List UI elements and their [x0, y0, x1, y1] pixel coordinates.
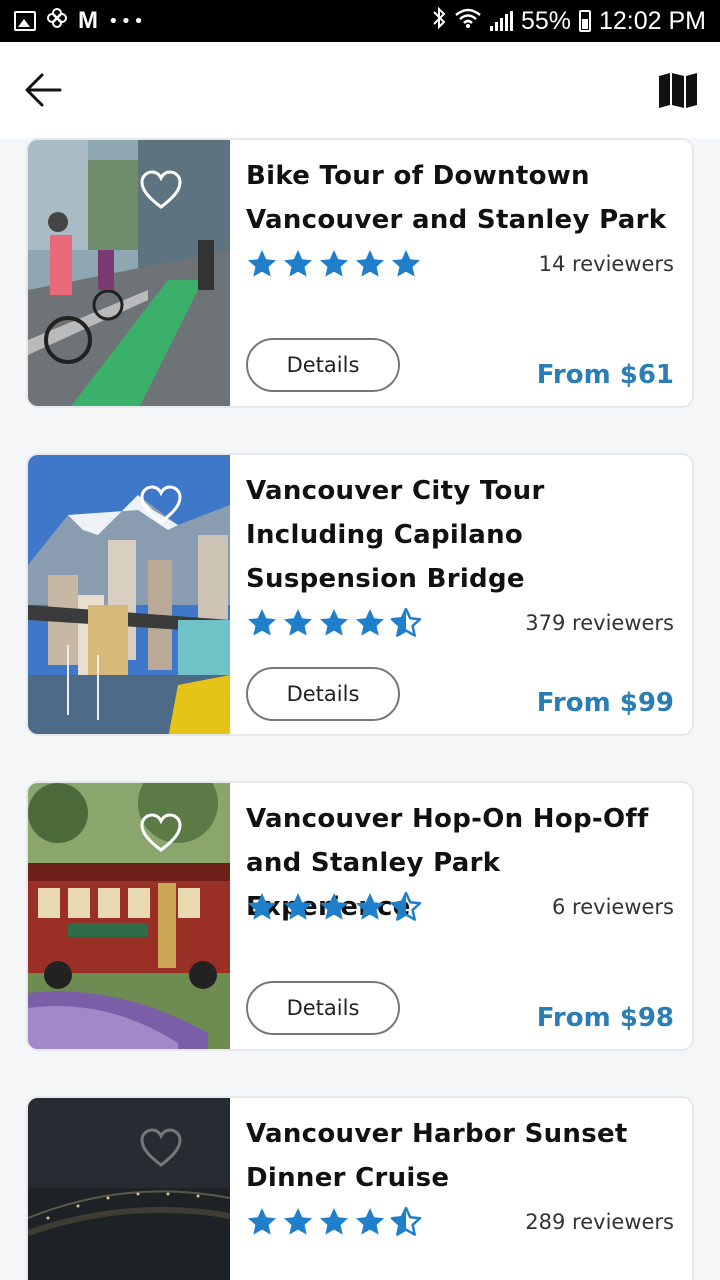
clock: 12:02 PM [598, 6, 706, 35]
rating-row: 14 reviewers [246, 248, 674, 280]
price-label: From $99 [536, 688, 674, 718]
star-full-icon [356, 250, 384, 277]
wifi-icon [454, 7, 482, 36]
tour-info: Bike Tour of Downtown Vancouver and Stan… [246, 140, 674, 406]
price-label: From $61 [536, 360, 674, 390]
tour-title-line: Vancouver Hop-On Hop-Off [246, 804, 649, 834]
back-arrow-icon [25, 73, 62, 107]
gmail-icon: M [78, 7, 98, 34]
image-icon [14, 11, 36, 31]
favorite-heart-icon[interactable] [60, 485, 182, 525]
star-half-icon [390, 891, 422, 921]
rating-row: 289 reviewers [246, 1206, 674, 1238]
star-rating [246, 1206, 422, 1238]
favorite-heart-icon[interactable] [60, 813, 182, 853]
details-button[interactable]: Details [246, 667, 400, 721]
tour-card[interactable]: Bike Tour of Downtown Vancouver and Stan… [26, 138, 694, 408]
signal-icon [489, 11, 513, 31]
tour-image [28, 783, 230, 1049]
tour-title-line: Dinner Cruise [246, 1163, 450, 1193]
tour-title-line: Vancouver Harbor Sunset [246, 1119, 628, 1149]
star-full-icon [320, 609, 348, 636]
status-right: 55% 12:02 PM [432, 6, 706, 37]
star-full-icon [248, 1208, 276, 1235]
star-full-icon [356, 1208, 384, 1235]
favorite-heart-icon[interactable] [60, 1128, 182, 1168]
star-rating [246, 607, 422, 639]
map-icon [659, 73, 697, 108]
tour-title-line: Bike Tour of Downtown [246, 161, 590, 191]
price-label: From $98 [536, 1003, 674, 1033]
star-rating [246, 248, 422, 280]
tour-image [28, 140, 230, 406]
app-bar [0, 42, 720, 138]
star-full-icon [356, 893, 384, 920]
rating-row: 6 reviewers [246, 891, 674, 923]
reviewer-count: 379 reviewers [525, 611, 674, 635]
reviewer-count: 14 reviewers [538, 252, 674, 276]
battery-percent: 55% [520, 6, 571, 35]
star-full-icon [284, 893, 312, 920]
tour-title-line: Suspension Bridge [246, 564, 525, 594]
favorite-heart-icon[interactable] [60, 170, 182, 210]
tour-card[interactable]: Vancouver Harbor Sunset Dinner Cruise 28… [26, 1096, 694, 1280]
more-dots-icon: ••• [108, 10, 146, 32]
tour-title-line: Vancouver and Stanley Park [246, 205, 667, 235]
star-half-icon [390, 1206, 422, 1236]
star-full-icon [284, 250, 312, 277]
bluetooth-icon [432, 6, 446, 37]
rating-row: 379 reviewers [246, 607, 674, 639]
tour-title[interactable]: Bike Tour of Downtown Vancouver and Stan… [246, 154, 674, 242]
star-full-icon [248, 250, 276, 277]
tour-title-line: Including Capilano [246, 520, 524, 550]
star-full-icon [248, 893, 276, 920]
details-button[interactable]: Details [246, 981, 400, 1035]
star-rating [246, 891, 422, 923]
star-full-icon [320, 250, 348, 277]
star-full-icon [356, 609, 384, 636]
details-button[interactable]: Details [246, 338, 400, 392]
star-full-icon [320, 893, 348, 920]
tour-title[interactable]: Vancouver Harbor Sunset Dinner Cruise [246, 1112, 674, 1200]
map-view-button[interactable] [658, 72, 698, 108]
reviewer-count: 289 reviewers [525, 1210, 674, 1234]
status-bar: M ••• 55% 12:02 PM [0, 0, 720, 42]
tour-info: Vancouver City Tour Including Capilano S… [246, 455, 674, 734]
star-half-icon [390, 607, 422, 637]
star-full-icon [284, 1208, 312, 1235]
status-left-icons: M ••• [14, 7, 146, 35]
tour-title-line: Vancouver City Tour [246, 476, 545, 506]
star-full-icon [284, 609, 312, 636]
tour-image [28, 1098, 230, 1280]
tour-info: Vancouver Harbor Sunset Dinner Cruise 28… [246, 1098, 674, 1280]
star-full-icon [392, 250, 420, 277]
star-full-icon [248, 609, 276, 636]
pinwheel-icon [46, 7, 68, 35]
tour-image [28, 455, 230, 734]
reviewer-count: 6 reviewers [552, 895, 674, 919]
tour-card[interactable]: Vancouver City Tour Including Capilano S… [26, 453, 694, 736]
star-full-icon [320, 1208, 348, 1235]
tour-info: Vancouver Hop-On Hop-Off and Stanley Par… [246, 783, 674, 1049]
battery-icon [578, 10, 591, 32]
back-button[interactable] [22, 70, 66, 110]
tour-title[interactable]: Vancouver City Tour Including Capilano S… [246, 469, 674, 601]
tour-card[interactable]: Vancouver Hop-On Hop-Off and Stanley Par… [26, 781, 694, 1051]
